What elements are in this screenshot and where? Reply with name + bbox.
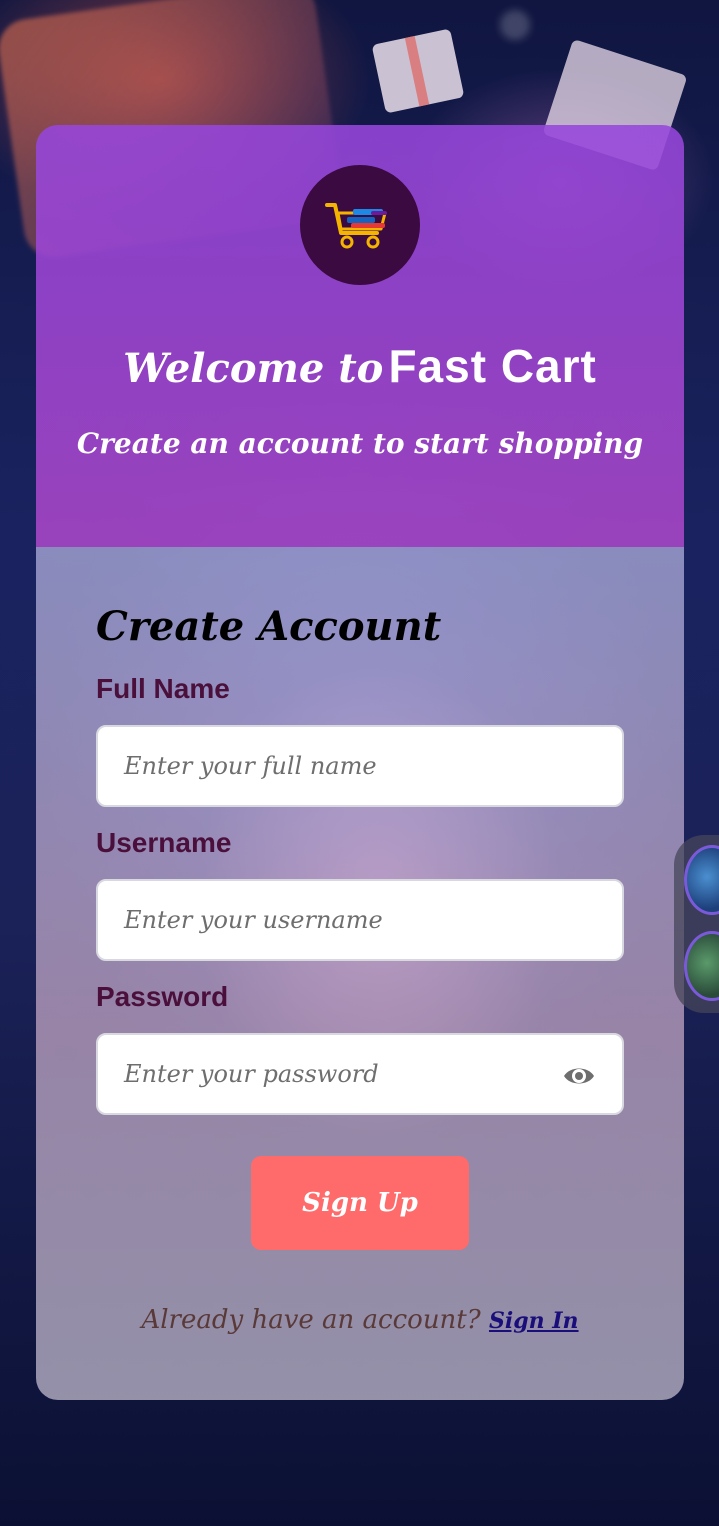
sign-up-button[interactable]: Sign Up <box>251 1156 469 1250</box>
sign-in-prompt: Already have an account? <box>141 1305 481 1335</box>
full-name-placeholder: Enter your full name <box>124 752 377 780</box>
password-input[interactable]: Enter your password <box>96 1033 624 1115</box>
welcome-heading: Welcome to Fast Cart <box>36 339 684 393</box>
sign-in-prompt-row: Already have an account? Sign In <box>36 1305 684 1335</box>
floating-chat-button[interactable] <box>684 931 719 1001</box>
welcome-subtitle: Create an account to start shopping <box>76 427 644 460</box>
brand-name: Fast Cart <box>388 340 597 392</box>
sign-in-link[interactable]: Sign In <box>489 1308 579 1334</box>
form-title: Create Account <box>96 603 442 650</box>
signup-card: Welcome to Fast Cart Create an account t… <box>36 125 684 1400</box>
eye-icon[interactable] <box>562 1059 596 1093</box>
floating-app-button[interactable] <box>684 845 719 915</box>
username-input[interactable]: Enter your username <box>96 879 624 961</box>
welcome-prefix: Welcome to <box>123 345 384 392</box>
background-gift-image <box>371 28 465 114</box>
password-label: Password <box>96 981 229 1012</box>
username-label: Username <box>96 827 232 858</box>
card-header: Welcome to Fast Cart Create an account t… <box>36 125 684 547</box>
app-logo <box>300 165 420 285</box>
shopping-cart-icon <box>325 203 387 249</box>
background-sparkle <box>500 10 530 40</box>
username-placeholder: Enter your username <box>124 906 383 934</box>
floating-side-panel <box>674 835 719 1013</box>
full-name-label: Full Name <box>96 673 230 704</box>
full-name-input[interactable]: Enter your full name <box>96 725 624 807</box>
password-placeholder: Enter your password <box>124 1060 379 1088</box>
